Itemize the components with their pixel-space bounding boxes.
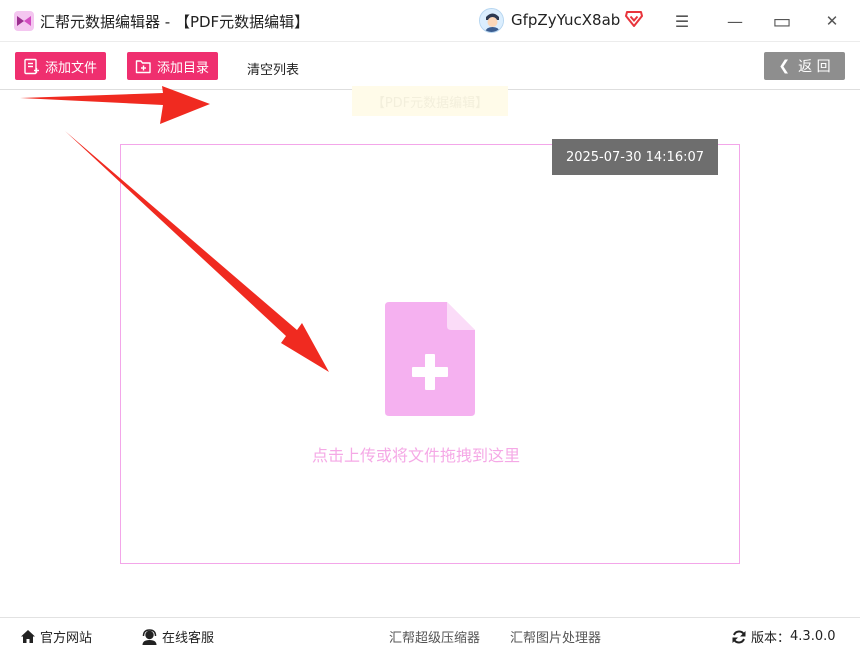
faded-mode-label: 【PDF元数据编辑】 [352,86,508,116]
version-value: 4.3.0.0 [790,629,836,644]
footer-bar: 官方网站 在线客服 汇帮超级压缩器 汇帮图片处理器 版本： 4.3.0.0 [0,617,860,650]
official-site-label: 官方网站 [40,631,93,646]
upload-hint[interactable]: 点击上传或将文件拖拽到这里 [312,442,520,466]
app-logo-icon [14,11,34,31]
add-folder-icon [135,59,151,73]
image-tool-link[interactable]: 汇帮图片处理器 [510,627,601,646]
headset-icon [142,628,157,645]
clear-list-button[interactable]: 清空列表 [247,59,299,78]
vip-diamond-icon[interactable] [625,11,643,27]
menu-icon[interactable]: ☰ [671,10,693,32]
window-title: 汇帮元数据编辑器 - 【PDF元数据编辑】 [40,13,310,31]
add-file-label: 添加文件 [45,60,98,76]
file-plus-icon[interactable] [385,302,475,416]
home-icon [21,630,35,643]
minimize-icon[interactable]: — [724,10,746,32]
version-info[interactable]: 版本： 4.3.0.0 [731,627,836,646]
add-folder-button[interactable]: 添加目录 [127,52,219,80]
refresh-icon [732,630,746,643]
add-folder-label: 添加目录 [157,60,210,76]
toolbar: 添加文件 添加目录 清空列表 ❮ 返 回 [0,43,860,90]
title-bar: 汇帮元数据编辑器 - 【PDF元数据编辑】 GfpZyYucX8ab ☰ — ▭… [0,0,860,42]
online-service-label: 在线客服 [162,631,215,646]
compressor-link[interactable]: 汇帮超级压缩器 [389,627,480,646]
online-service-link[interactable]: 在线客服 [141,627,214,646]
avatar-icon[interactable] [479,8,504,33]
chevron-left-icon: ❮ [778,58,791,74]
username[interactable]: GfpZyYucX8ab [511,11,620,29]
back-button[interactable]: ❮ 返 回 [764,52,845,80]
version-label: 版本： [751,631,791,646]
maximize-icon[interactable]: ▭ [771,9,793,33]
back-label: 返 回 [798,59,831,75]
add-file-button[interactable]: 添加文件 [15,52,107,80]
official-site-link[interactable]: 官方网站 [20,627,92,646]
add-file-icon [24,58,39,74]
app-window: 汇帮元数据编辑器 - 【PDF元数据编辑】 GfpZyYucX8ab ☰ — ▭… [0,0,860,650]
close-icon[interactable]: ✕ [821,10,843,32]
timestamp-overlay: 2025-07-30 14:16:07 [552,139,718,175]
